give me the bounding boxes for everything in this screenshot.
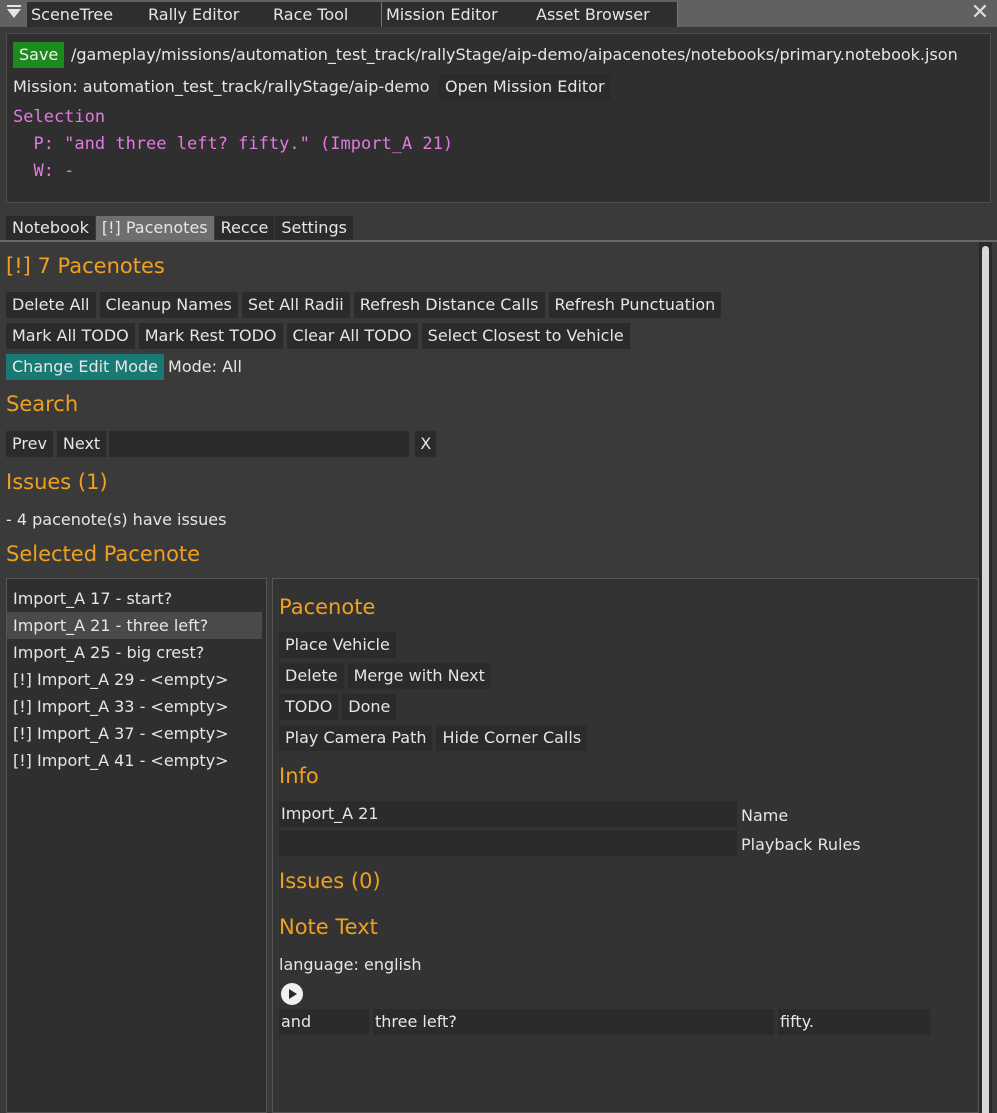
todo-button[interactable]: TODO	[279, 694, 339, 720]
clear-all-todo-button[interactable]: Clear All TODO	[286, 323, 418, 349]
language-label: language: english	[279, 955, 422, 974]
close-icon[interactable]: ✕	[969, 2, 991, 24]
pacenote-detail-panel: Pacenote Place Vehicle Delete Merge with …	[272, 578, 979, 1113]
pacenote-detail-title: Pacenote	[279, 595, 376, 619]
selection-waypoint: W: -	[13, 161, 75, 181]
search-input[interactable]	[109, 431, 410, 457]
hide-corner-calls-button[interactable]: Hide Corner Calls	[436, 725, 588, 751]
play-camera-path-button[interactable]: Play Camera Path	[279, 725, 433, 751]
save-button[interactable]: Save	[13, 42, 65, 68]
cleanup-names-button[interactable]: Cleanup Names	[99, 292, 238, 318]
note-after-field[interactable]: fifty.	[778, 1009, 930, 1035]
issues-title: Issues (1)	[6, 470, 108, 494]
playback-rules-field[interactable]	[279, 830, 737, 856]
note-text-title: Note Text	[279, 915, 378, 939]
list-item[interactable]: [!] Import_A 29 - <empty>	[7, 666, 266, 693]
name-label: Name	[741, 806, 789, 825]
list-item[interactable]: Import_A 25 - big crest?	[7, 639, 266, 666]
window-tab-race-tool[interactable]: Race Tool	[269, 2, 382, 27]
list-item[interactable]: [!] Import_A 37 - <empty>	[7, 720, 266, 747]
refresh-distance-calls-button[interactable]: Refresh Distance Calls	[353, 292, 545, 318]
mission-label: Mission: automation_test_track/rallyStag…	[13, 77, 430, 96]
playback-rules-label: Playback Rules	[741, 835, 861, 854]
issues-text: - 4 pacenote(s) have issues	[6, 510, 227, 529]
name-field[interactable]: Import_A 21	[279, 801, 737, 827]
selected-pacenote-title: Selected Pacenote	[6, 542, 201, 566]
place-vehicle-button[interactable]: Place Vehicle	[279, 632, 396, 658]
detail-actions-row-4: Play Camera Path Hide Corner Calls	[279, 725, 591, 751]
info-title: Info	[279, 764, 319, 788]
detail-actions-row-2: Delete Merge with Next	[279, 663, 495, 689]
tab-recce[interactable]: Recce	[214, 216, 275, 240]
notebook-header: Save /gameplay/missions/automation_test_…	[6, 33, 991, 203]
list-item-selected[interactable]: Import_A 21 - three left?	[7, 612, 262, 639]
selection-info: Selection P: "and three left? fifty." (I…	[13, 104, 453, 185]
window-tab-bar: SceneTree Rally Editor Race Tool Mission…	[0, 0, 997, 27]
change-edit-mode-button[interactable]: Change Edit Mode	[6, 354, 165, 380]
window-tab-scenetree[interactable]: SceneTree	[27, 2, 145, 27]
pacenotes-title: [!] 7 Pacenotes	[6, 254, 165, 278]
open-mission-editor-button[interactable]: Open Mission Editor	[439, 74, 611, 100]
menu-triangle-icon[interactable]	[7, 5, 21, 19]
tab-settings[interactable]: Settings	[275, 216, 353, 240]
window-tab-mission-editor[interactable]: Mission Editor	[382, 2, 533, 27]
edit-mode-row: Change Edit Mode Mode: All	[6, 354, 242, 380]
list-item[interactable]: Import_A 17 - start?	[7, 585, 266, 612]
pacenote-list: Import_A 17 - start? Import_A 21 - three…	[6, 578, 267, 1113]
search-title: Search	[6, 392, 79, 416]
section-tabs: Notebook [!] Pacenotes Recce Settings	[6, 216, 354, 240]
vertical-scrollbar[interactable]	[979, 242, 992, 1113]
refresh-punctuation-button[interactable]: Refresh Punctuation	[548, 292, 722, 318]
bulk-actions-row-1: Delete All Cleanup Names Set All Radii Refr…	[6, 292, 725, 318]
done-button[interactable]: Done	[342, 694, 397, 720]
search-row: Prev Next X	[6, 431, 440, 457]
detail-actions-row-1: Place Vehicle	[279, 632, 400, 658]
bulk-actions-row-2: Mark All TODO Mark Rest TODO Clear All TOD…	[6, 323, 634, 349]
merge-with-next-button[interactable]: Merge with Next	[347, 663, 491, 689]
window-tab-asset-browser[interactable]: Asset Browser	[532, 2, 678, 27]
scrollbar-thumb[interactable]	[982, 246, 989, 1113]
delete-button[interactable]: Delete	[279, 663, 344, 689]
delete-all-button[interactable]: Delete All	[6, 292, 96, 318]
set-all-radii-button[interactable]: Set All Radii	[241, 292, 350, 318]
play-icon[interactable]	[281, 983, 303, 1005]
mode-text: Mode: All	[168, 357, 242, 376]
mark-all-todo-button[interactable]: Mark All TODO	[6, 323, 135, 349]
list-item[interactable]: [!] Import_A 41 - <empty>	[7, 747, 266, 774]
selection-title: Selection	[13, 107, 106, 127]
list-item[interactable]: [!] Import_A 33 - <empty>	[7, 693, 266, 720]
tab-pacenotes[interactable]: [!] Pacenotes	[95, 216, 214, 240]
file-path: /gameplay/missions/automation_test_track…	[71, 45, 958, 64]
detail-issues-title: Issues (0)	[279, 869, 381, 893]
next-button[interactable]: Next	[56, 431, 107, 457]
detail-actions-row-3: TODO Done	[279, 694, 400, 720]
mark-rest-todo-button[interactable]: Mark Rest TODO	[138, 323, 283, 349]
clear-search-button[interactable]: X	[415, 431, 437, 457]
window-tab-rally-editor[interactable]: Rally Editor	[144, 2, 270, 27]
select-closest-to-vehicle-button[interactable]: Select Closest to Vehicle	[421, 323, 630, 349]
tab-notebook[interactable]: Notebook	[6, 216, 95, 240]
note-main-field[interactable]: three left?	[373, 1009, 774, 1035]
note-before-field[interactable]: and	[279, 1009, 369, 1035]
tab-divider	[0, 240, 997, 242]
selection-pacenote: P: "and three left? fifty." (Import_A 21…	[13, 134, 454, 154]
prev-button[interactable]: Prev	[6, 431, 53, 457]
